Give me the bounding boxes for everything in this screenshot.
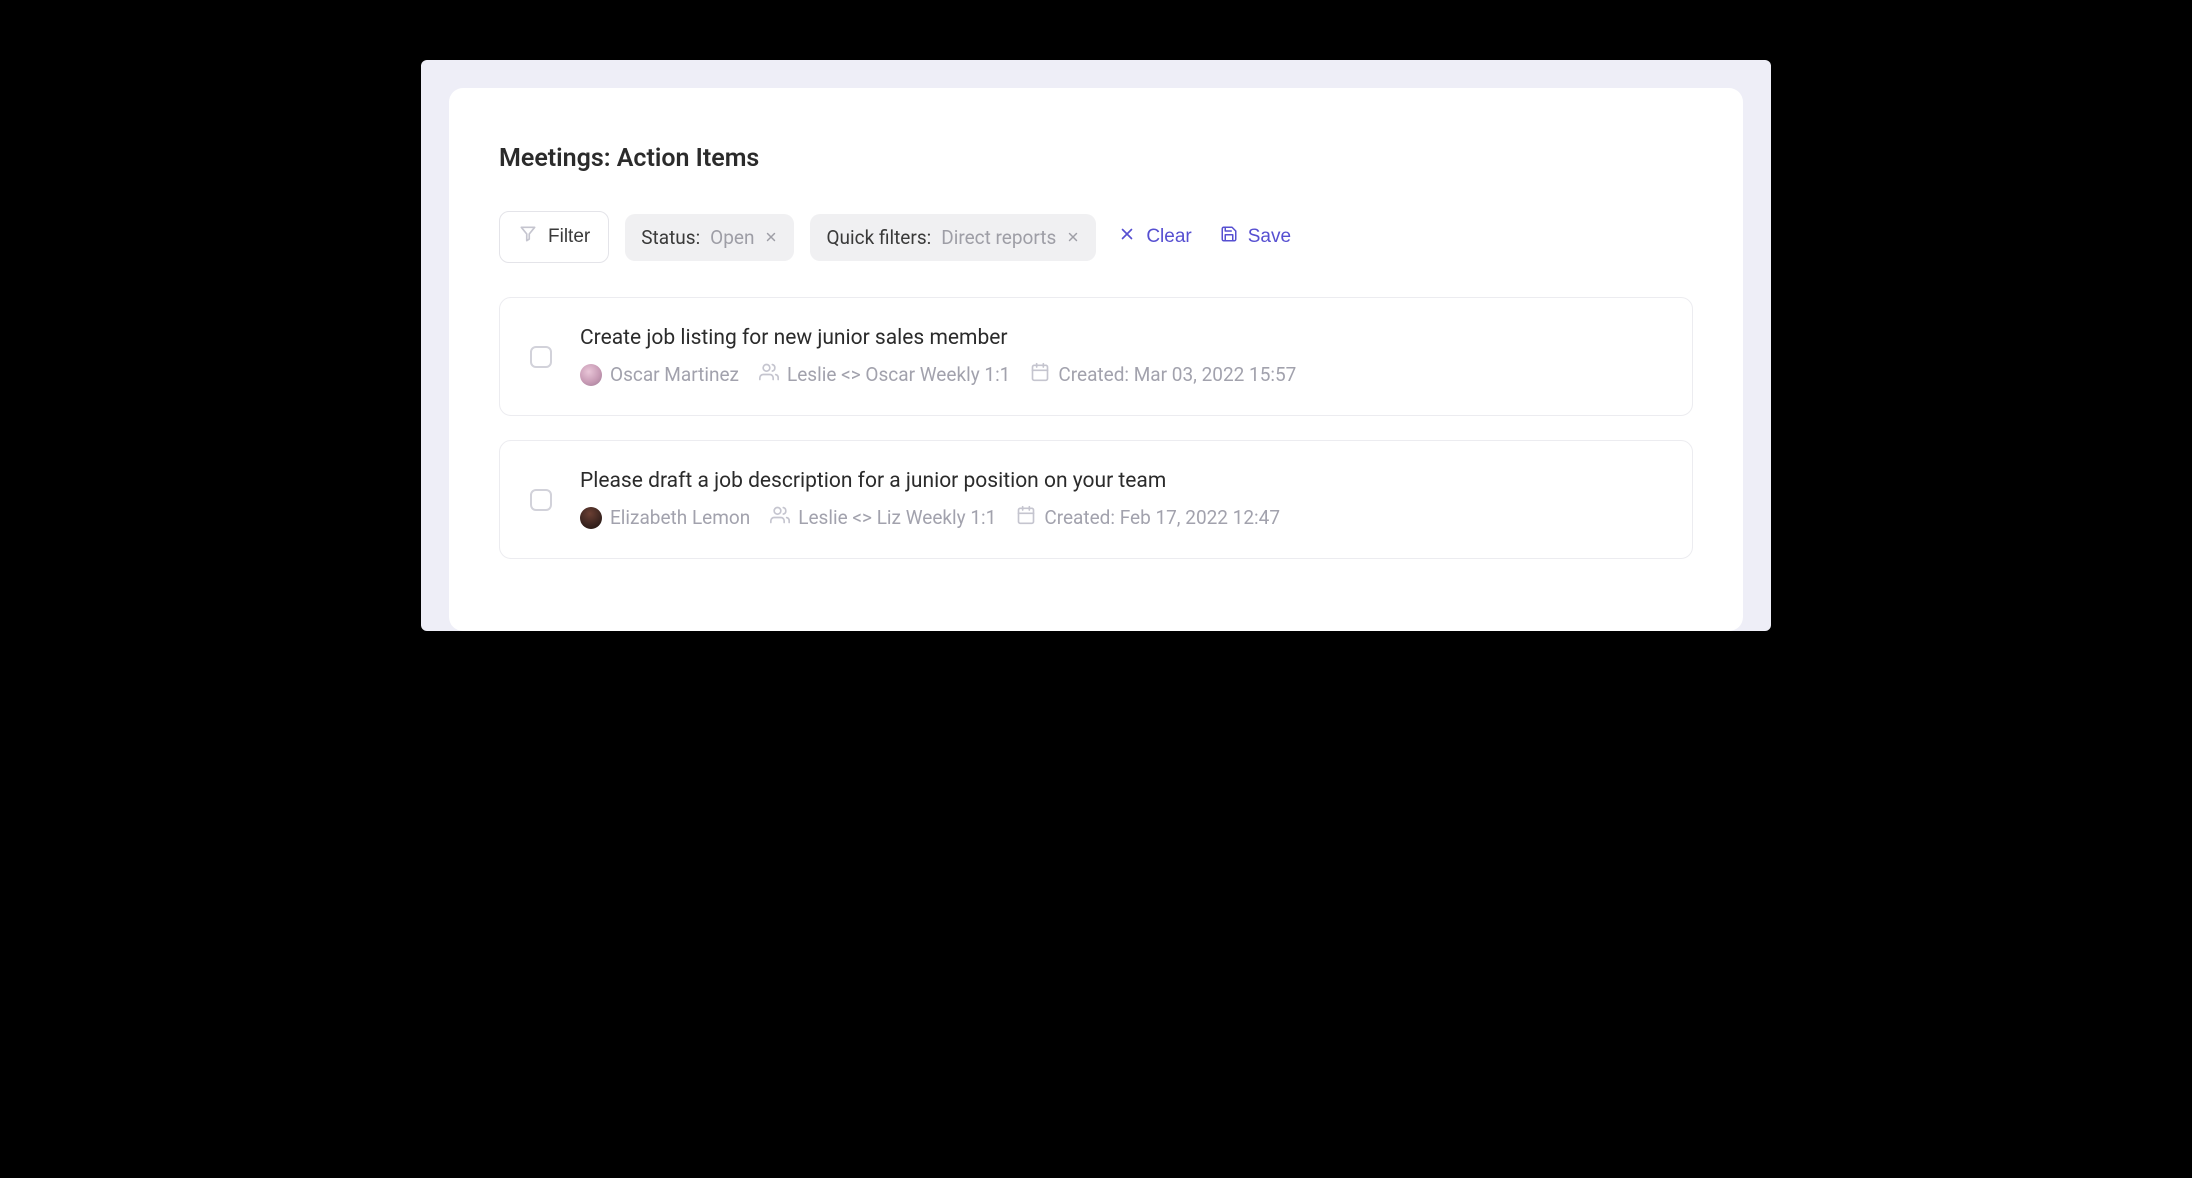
save-icon [1220, 225, 1238, 249]
outer-frame: Meetings: Action Items Filter Status: Op… [421, 60, 1771, 631]
item-checkbox[interactable] [530, 346, 552, 368]
created-date: Created: Mar 03, 2022 15:57 [1058, 363, 1296, 386]
item-meta: Elizabeth Lemon Lesl [580, 505, 1662, 530]
meeting-group: Leslie <> Liz Weekly 1:1 [770, 505, 996, 530]
chip-value: Direct reports [941, 226, 1056, 249]
item-title: Create job listing for new junior sales … [580, 326, 1662, 350]
clear-button-label: Clear [1146, 226, 1191, 248]
people-icon [759, 362, 779, 387]
close-icon [1118, 225, 1136, 249]
calendar-icon [1016, 505, 1036, 530]
toolbar: Filter Status: Open Quick filters: Direc… [499, 211, 1693, 263]
item-body: Please draft a job description for a jun… [580, 469, 1662, 530]
meeting-group: Leslie <> Oscar Weekly 1:1 [759, 362, 1010, 387]
calendar-icon [1030, 362, 1050, 387]
save-button-label: Save [1248, 226, 1291, 248]
page-title: Meetings: Action Items [499, 144, 1693, 173]
item-checkbox[interactable] [530, 489, 552, 511]
avatar [580, 364, 602, 386]
chip-label: Quick filters: [826, 226, 931, 249]
chip-label: Status: [641, 226, 700, 249]
meeting-name: Leslie <> Liz Weekly 1:1 [798, 506, 996, 529]
action-items-list: Create job listing for new junior sales … [499, 297, 1693, 559]
avatar [580, 507, 602, 529]
filter-button[interactable]: Filter [499, 211, 609, 263]
action-item-card[interactable]: Please draft a job description for a jun… [499, 440, 1693, 559]
assignee-group: Oscar Martinez [580, 363, 739, 386]
item-body: Create job listing for new junior sales … [580, 326, 1662, 387]
chip-value: Open [710, 226, 754, 249]
close-icon[interactable] [1066, 230, 1080, 244]
assignee-group: Elizabeth Lemon [580, 506, 750, 529]
created-group: Created: Mar 03, 2022 15:57 [1030, 362, 1296, 387]
main-panel: Meetings: Action Items Filter Status: Op… [449, 88, 1743, 631]
item-meta: Oscar Martinez Lesli [580, 362, 1662, 387]
close-icon[interactable] [764, 230, 778, 244]
created-date: Created: Feb 17, 2022 12:47 [1044, 506, 1280, 529]
clear-button[interactable]: Clear [1112, 215, 1197, 259]
created-group: Created: Feb 17, 2022 12:47 [1016, 505, 1280, 530]
assignee-name: Elizabeth Lemon [610, 506, 750, 529]
action-item-card[interactable]: Create job listing for new junior sales … [499, 297, 1693, 416]
save-button[interactable]: Save [1214, 215, 1297, 259]
assignee-name: Oscar Martinez [610, 363, 739, 386]
people-icon [770, 505, 790, 530]
meeting-name: Leslie <> Oscar Weekly 1:1 [787, 363, 1010, 386]
filter-button-label: Filter [548, 226, 590, 248]
item-title: Please draft a job description for a jun… [580, 469, 1662, 493]
filter-chip-status[interactable]: Status: Open [625, 214, 794, 261]
filter-icon [518, 224, 538, 250]
filter-chip-quick-filters[interactable]: Quick filters: Direct reports [810, 214, 1096, 261]
